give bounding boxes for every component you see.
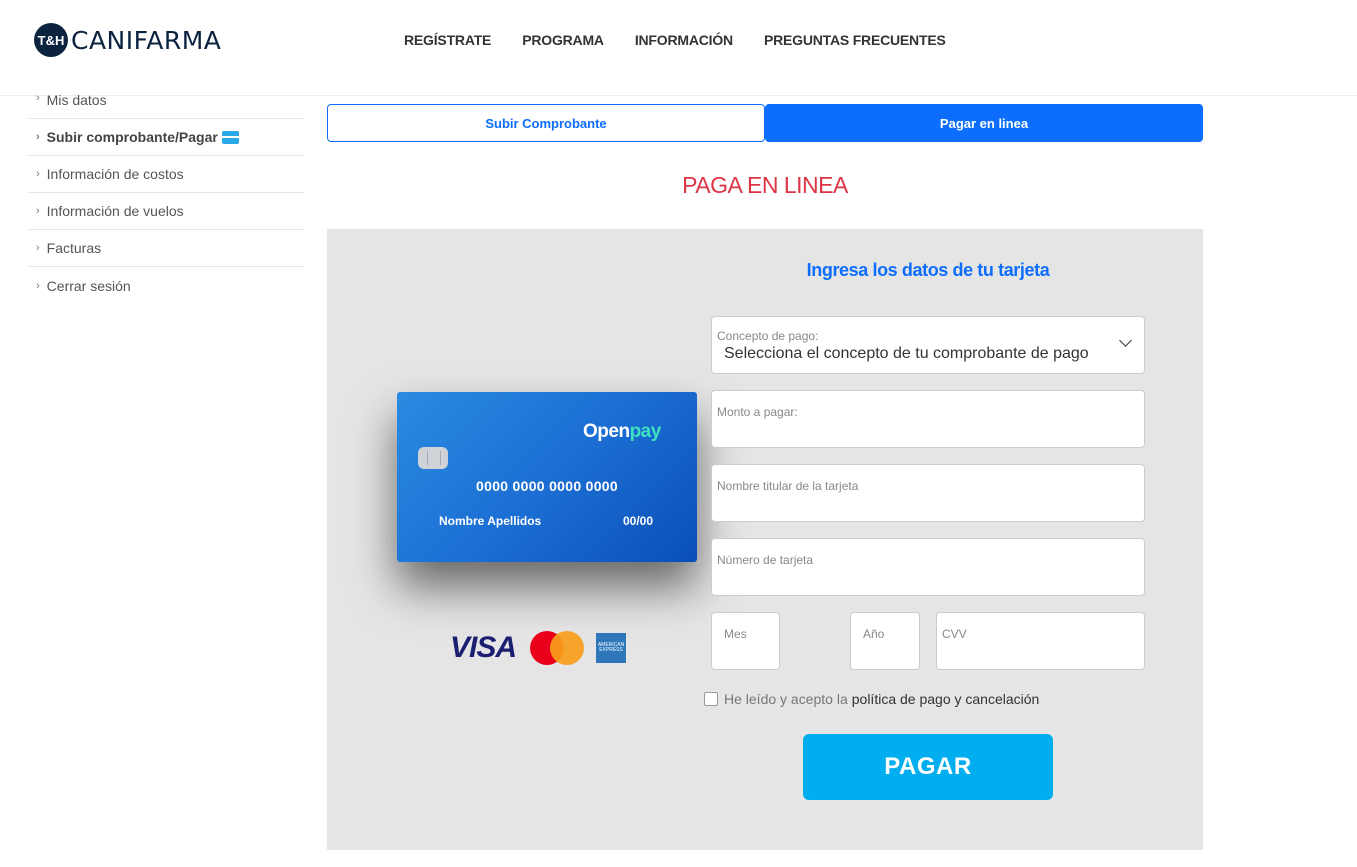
account-sidebar: › Mis datos › Subir comprobante/Pagar › … <box>28 88 304 304</box>
nav-registrate[interactable]: REGÍSTRATE <box>404 32 491 48</box>
anio-field[interactable]: Año <box>850 612 920 670</box>
accepted-cards: VISA AMERICAN EXPRESS <box>450 631 627 665</box>
credit-card-icon <box>221 130 239 144</box>
titular-field[interactable]: Nombre titular de la tarjeta <box>711 464 1145 522</box>
terms-text: He leído y acepto la <box>724 691 848 707</box>
numero-tarjeta-field[interactable]: Número de tarjeta <box>711 538 1145 596</box>
sidebar-item-informacion-costos[interactable]: › Información de costos <box>28 156 304 193</box>
main-nav: REGÍSTRATE PROGRAMA INFORMACIÓN PREGUNTA… <box>404 32 946 48</box>
logo-text: CANIFARMA <box>71 25 222 55</box>
titular-label: Nombre titular de la tarjeta <box>717 479 859 493</box>
sidebar-item-label: Subir comprobante/Pagar <box>46 129 218 145</box>
chip-icon <box>418 447 448 469</box>
sidebar-item-facturas[interactable]: › Facturas <box>28 230 304 267</box>
mes-label: Mes <box>724 627 747 641</box>
payment-panel: Openpay 0000 0000 0000 0000 Nombre Apell… <box>327 229 1203 850</box>
page-title: PAGA EN LINEA <box>682 172 848 198</box>
monto-pagar-field[interactable]: Monto a pagar: <box>711 390 1145 448</box>
chevron-right-icon: › <box>36 242 40 254</box>
chevron-down-icon <box>1119 334 1132 347</box>
card-preview-number: 0000 0000 0000 0000 <box>476 478 618 494</box>
chevron-right-icon: › <box>36 205 40 217</box>
openpay-logo-open: Open <box>583 421 630 442</box>
mes-field[interactable]: Mes <box>711 612 780 670</box>
openpay-logo: Openpay <box>583 421 661 443</box>
monto-pagar-label: Monto a pagar: <box>717 405 798 419</box>
site-header: T&H CANIFARMA REGÍSTRATE PROGRAMA INFORM… <box>0 0 1357 96</box>
concepto-pago-value: Selecciona el concepto de tu comprobante… <box>724 345 1089 362</box>
nav-programa[interactable]: PROGRAMA <box>522 32 604 48</box>
nav-preguntas-frecuentes[interactable]: PREGUNTAS FRECUENTES <box>764 32 946 48</box>
sidebar-item-informacion-vuelos[interactable]: › Información de vuelos <box>28 193 304 230</box>
amex-logo: AMERICAN EXPRESS <box>596 633 627 663</box>
concepto-pago-select[interactable]: Concepto de pago: Selecciona el concepto… <box>711 316 1145 374</box>
card-preview: Openpay 0000 0000 0000 0000 Nombre Apell… <box>397 392 697 562</box>
chevron-right-icon: › <box>36 131 40 143</box>
canifarma-logo[interactable]: T&H CANIFARMA <box>34 23 221 57</box>
logo-mark-icon: T&H <box>34 23 68 57</box>
sidebar-item-label: Cerrar sesión <box>46 277 131 294</box>
anio-label: Año <box>863 627 885 641</box>
payment-tabs: Subir Comprobante Pagar en linea <box>327 104 1203 142</box>
visa-logo: VISA <box>450 631 517 664</box>
sidebar-item-mis-datos[interactable]: › Mis datos <box>28 88 304 119</box>
tab-pagar-en-linea[interactable]: Pagar en linea <box>765 104 1203 142</box>
card-preview-expiry: 00/00 <box>623 514 654 528</box>
sidebar-item-label: Información de vuelos <box>46 203 184 219</box>
sidebar-item-label: Mis datos <box>46 92 107 108</box>
openpay-logo-pay: pay <box>629 421 662 442</box>
terms-row: He leído y acepto la política de pago y … <box>704 691 1039 707</box>
card-preview-name: Nombre Apellidos <box>439 514 542 528</box>
concepto-pago-label: Concepto de pago: <box>717 329 819 343</box>
mastercard-logo <box>530 631 585 665</box>
sidebar-item-label: Facturas <box>46 240 102 256</box>
numero-tarjeta-label: Número de tarjeta <box>717 553 814 567</box>
terms-checkbox[interactable] <box>704 692 718 706</box>
form-title: Ingresa los datos de tu tarjeta <box>806 260 1050 280</box>
sidebar-item-label: Información de costos <box>46 166 184 182</box>
tab-subir-comprobante[interactable]: Subir Comprobante <box>327 104 765 142</box>
sidebar-item-cerrar-sesion[interactable]: › Cerrar sesión <box>28 267 304 304</box>
chevron-right-icon: › <box>36 168 40 180</box>
cvv-field[interactable]: CVV <box>936 612 1145 670</box>
nav-informacion[interactable]: INFORMACIÓN <box>635 32 733 48</box>
cvv-label: CVV <box>942 627 967 641</box>
terms-link[interactable]: política de pago y cancelación <box>852 691 1040 707</box>
chevron-right-icon: › <box>36 279 40 292</box>
pagar-button[interactable]: PAGAR <box>803 734 1053 800</box>
chevron-right-icon: › <box>36 92 40 104</box>
sidebar-item-subir-comprobante[interactable]: › Subir comprobante/Pagar <box>28 119 304 156</box>
